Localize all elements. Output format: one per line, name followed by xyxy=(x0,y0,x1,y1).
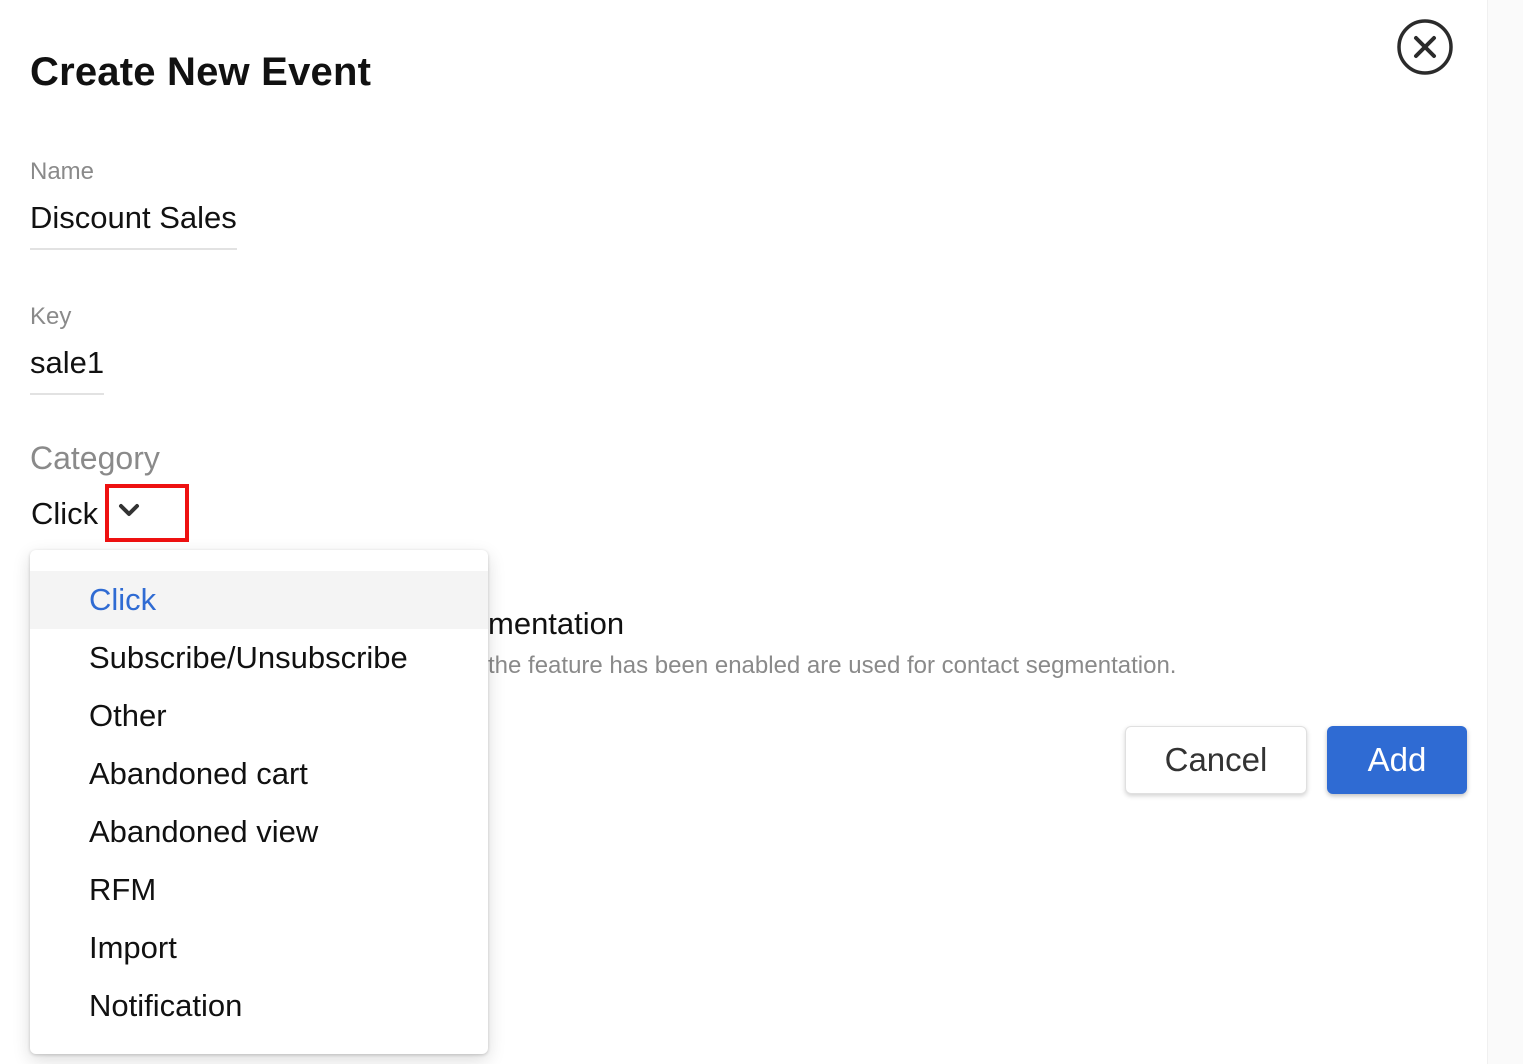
segmentation-title: mentation xyxy=(488,606,625,641)
option-abandoned-cart[interactable]: Abandoned cart xyxy=(30,745,488,803)
dialog-title: Create New Event xyxy=(30,50,372,94)
name-label: Name xyxy=(30,158,95,185)
segmentation-description: the feature has been enabled are used fo… xyxy=(488,652,1177,679)
close-button[interactable] xyxy=(1397,19,1453,75)
category-select[interactable]: Click xyxy=(31,484,189,542)
category-label: Category xyxy=(30,440,160,476)
option-subscribe-unsubscribe[interactable]: Subscribe/Unsubscribe xyxy=(30,629,488,687)
option-import[interactable]: Import xyxy=(30,919,488,977)
close-circle-icon xyxy=(1397,19,1453,75)
option-click[interactable]: Click xyxy=(30,571,488,629)
dropdown-toggle-highlight[interactable] xyxy=(105,484,189,542)
option-abandoned-view[interactable]: Abandoned view xyxy=(30,803,488,861)
category-selected-value: Click xyxy=(31,496,99,531)
option-notification[interactable]: Notification xyxy=(30,977,488,1035)
scroll-gutter xyxy=(1487,0,1523,1064)
option-other[interactable]: Other xyxy=(30,687,488,745)
name-field[interactable]: Discount Sales xyxy=(30,200,237,250)
key-field[interactable]: sale1 xyxy=(30,345,105,395)
key-label: Key xyxy=(30,303,72,330)
add-button[interactable]: Add xyxy=(1327,726,1467,794)
create-event-dialog: Create New Event Name Discount Sales Key… xyxy=(0,0,1523,1064)
category-options-list: Click Subscribe/Unsubscribe Other Abando… xyxy=(30,571,488,1035)
category-dropdown-menu: Click Subscribe/Unsubscribe Other Abando… xyxy=(30,550,488,1054)
option-rfm[interactable]: RFM xyxy=(30,861,488,919)
chevron-down-icon xyxy=(119,504,139,516)
cancel-button[interactable]: Cancel xyxy=(1125,726,1307,794)
